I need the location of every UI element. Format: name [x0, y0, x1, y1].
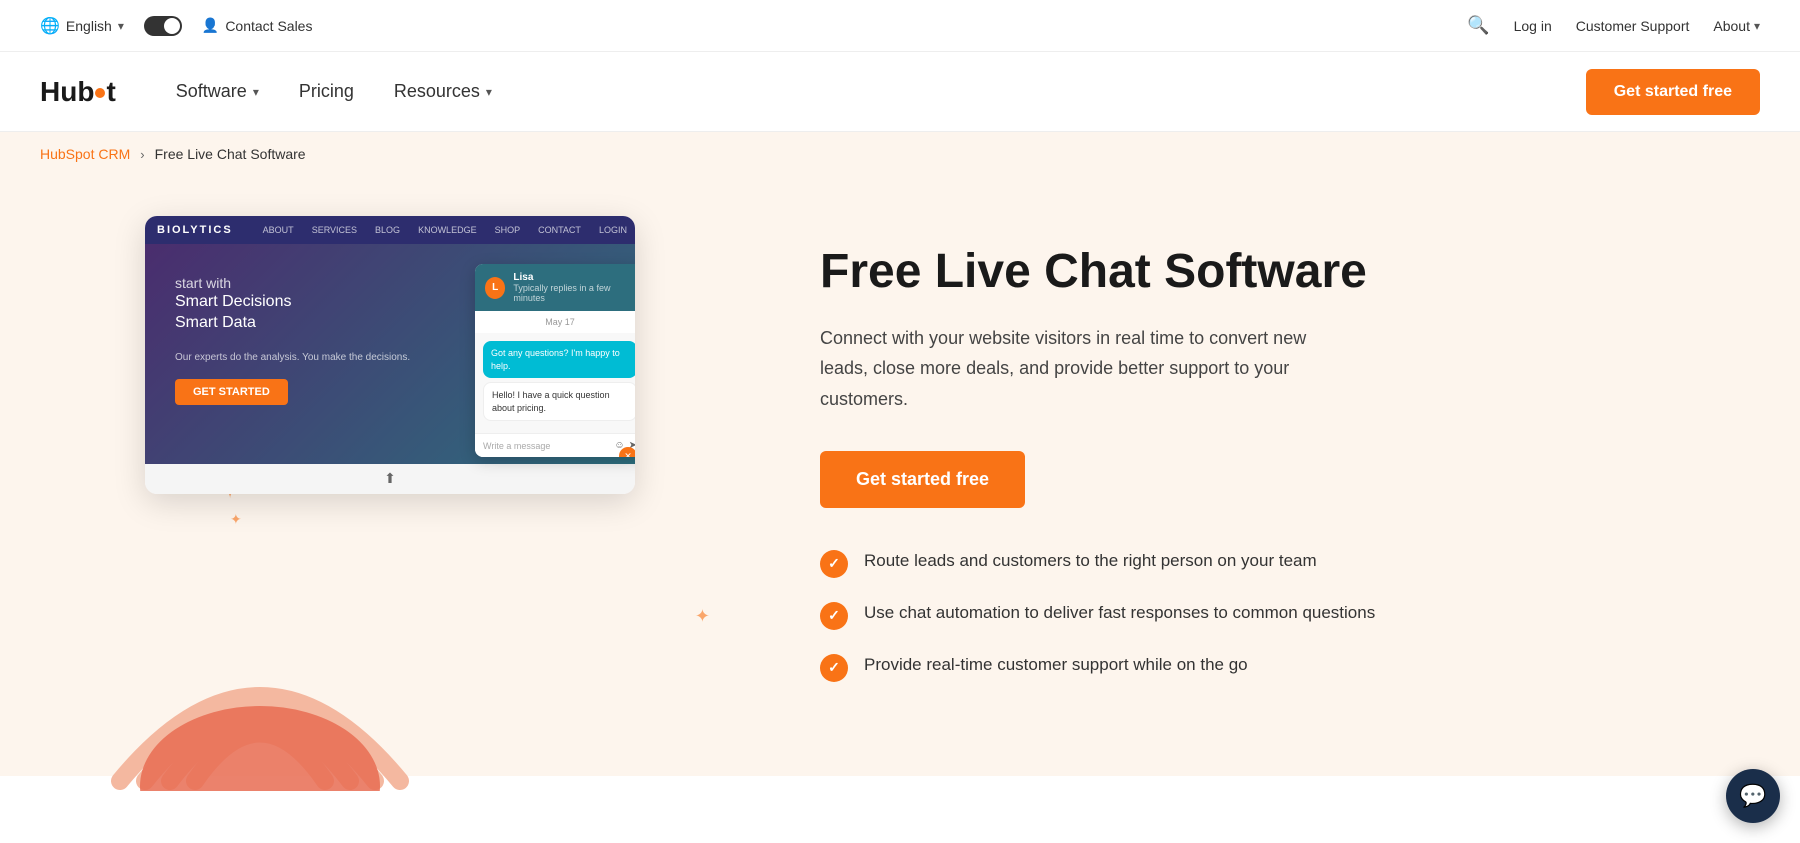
contact-sales-link[interactable]: 👤 Contact Sales: [202, 17, 313, 34]
search-icon[interactable]: 🔍: [1467, 15, 1489, 36]
customer-support-link[interactable]: Customer Support: [1576, 18, 1690, 34]
chat-close-icon: ✕: [619, 447, 635, 457]
chat-agent-status: Typically replies in a few minutes: [513, 283, 635, 303]
get-started-nav-button[interactable]: Get started free: [1586, 69, 1760, 115]
share-icon: ⬆: [384, 470, 396, 486]
language-label: English: [66, 18, 112, 34]
feature-item-2: ✓ Use chat automation to deliver fast re…: [820, 600, 1680, 630]
feature-list: ✓ Route leads and customers to the right…: [820, 548, 1680, 682]
browser-nav-knowledge: KNOWLEDGE: [418, 225, 477, 235]
top-bar-left: 🌐 English ▾ 👤 Contact Sales: [40, 16, 312, 36]
feature-text-2: Use chat automation to deliver fast resp…: [864, 600, 1375, 626]
browser-logo: BIOLYTICS: [157, 224, 233, 236]
hero-title: Free Live Chat Software: [820, 246, 1680, 299]
arc-decoration: [90, 591, 430, 796]
browser-nav-contact: CONTACT: [538, 225, 581, 235]
logo-text: Hubt: [40, 76, 116, 108]
resources-label: Resources: [394, 81, 480, 102]
about-label: About: [1713, 18, 1750, 34]
chat-footer: Write a message ☺ ➤: [475, 433, 635, 457]
check-circle-2: ✓: [820, 602, 848, 630]
chat-body: Got any questions? I'm happy to help. He…: [475, 333, 635, 433]
lang-chevron-icon: ▾: [118, 19, 124, 33]
checkmark-icon-2: ✓: [828, 607, 840, 624]
globe-icon: 🌐: [40, 16, 60, 36]
breadcrumb-separator-icon: ›: [140, 147, 144, 162]
chat-bubble-1: Got any questions? I'm happy to help.: [483, 341, 635, 378]
browser-screen: start with Smart Decisions Smart Data Ou…: [145, 244, 635, 464]
main-nav: Hubt Software ▾ Pricing Resources ▾ Get …: [0, 52, 1800, 132]
top-bar: 🌐 English ▾ 👤 Contact Sales 🔍 Log in Cus…: [0, 0, 1800, 52]
chat-input-placeholder[interactable]: Write a message: [483, 441, 608, 451]
browser-nav: ABOUT SERVICES BLOG KNOWLEDGE SHOP CONTA…: [263, 225, 627, 235]
hero-description: Connect with your website visitors in re…: [820, 323, 1340, 415]
software-chevron-icon: ▾: [253, 85, 259, 99]
arc-svg: [90, 591, 430, 791]
check-circle-3: ✓: [820, 654, 848, 682]
top-bar-right: 🔍 Log in Customer Support About ▾: [1467, 15, 1760, 36]
breadcrumb-current-page: Free Live Chat Software: [155, 146, 306, 162]
hero-content: Free Live Chat Software Connect with you…: [820, 216, 1760, 776]
resources-nav-item[interactable]: Resources ▾: [394, 81, 492, 102]
chat-agent-info: Lisa Typically replies in a few minutes: [513, 272, 635, 303]
floating-chat-icon: 💬: [1739, 783, 1766, 809]
feature-text-1: Route leads and customers to the right p…: [864, 548, 1317, 574]
browser-nav-shop: SHOP: [495, 225, 521, 235]
software-nav-item[interactable]: Software ▾: [176, 81, 259, 102]
hero-cta-button[interactable]: Get started free: [820, 451, 1025, 508]
feature-item-1: ✓ Route leads and customers to the right…: [820, 548, 1680, 578]
browser-nav-services: SERVICES: [312, 225, 357, 235]
checkmark-icon-1: ✓: [828, 555, 840, 572]
browser-nav-about: ABOUT: [263, 225, 294, 235]
about-link[interactable]: About ▾: [1713, 18, 1760, 34]
browser-mockup: BIOLYTICS ABOUT SERVICES BLOG KNOWLEDGE …: [145, 216, 635, 494]
chat-bubble-2: Hello! I have a quick question about pri…: [483, 382, 635, 421]
chat-header: L Lisa Typically replies in a few minute…: [475, 264, 635, 311]
resources-chevron-icon: ▾: [486, 85, 492, 99]
floating-chat-button[interactable]: 💬: [1726, 769, 1780, 823]
hero-section: ✦ ✦ ✦ BIOLYTICS ABOUT SERVICES BLOG KNOW…: [0, 176, 1800, 776]
theme-toggle[interactable]: [144, 16, 182, 36]
browser-nav-login: LOGIN: [599, 225, 627, 235]
person-icon: 👤: [202, 17, 219, 34]
breadcrumb-crm-link[interactable]: HubSpot CRM: [40, 146, 130, 162]
hero-illustration: ✦ ✦ ✦ BIOLYTICS ABOUT SERVICES BLOG KNOW…: [40, 216, 740, 776]
chat-overlay: L Lisa Typically replies in a few minute…: [475, 264, 635, 457]
feature-item-3: ✓ Provide real-time customer support whi…: [820, 652, 1680, 682]
language-toggle[interactable]: 🌐 English ▾: [40, 16, 124, 36]
checkmark-icon-3: ✓: [828, 659, 840, 676]
contact-sales-label: Contact Sales: [225, 18, 312, 34]
sparkle-icon-3: ✦: [695, 606, 710, 627]
nav-links: Software ▾ Pricing Resources ▾: [176, 81, 1586, 102]
browser-share-bar: ⬆: [145, 464, 635, 494]
pricing-label: Pricing: [299, 81, 354, 102]
browser-bar: BIOLYTICS ABOUT SERVICES BLOG KNOWLEDGE …: [145, 216, 635, 244]
pricing-nav-item[interactable]: Pricing: [299, 81, 354, 102]
software-label: Software: [176, 81, 247, 102]
chat-avatar: L: [485, 277, 505, 299]
feature-text-3: Provide real-time customer support while…: [864, 652, 1248, 678]
about-chevron-icon: ▾: [1754, 19, 1760, 33]
chat-agent-name: Lisa: [513, 272, 635, 283]
hubspot-logo[interactable]: Hubt: [40, 76, 116, 108]
browser-cta-button: GET STARTED: [175, 379, 288, 405]
sparkle-icon-2: ✦: [230, 511, 242, 528]
logo-dot: [95, 88, 105, 98]
breadcrumb: HubSpot CRM › Free Live Chat Software: [0, 132, 1800, 176]
check-circle-1: ✓: [820, 550, 848, 578]
login-link[interactable]: Log in: [1514, 18, 1552, 34]
browser-nav-blog: BLOG: [375, 225, 400, 235]
chat-date: May 17: [475, 311, 635, 333]
